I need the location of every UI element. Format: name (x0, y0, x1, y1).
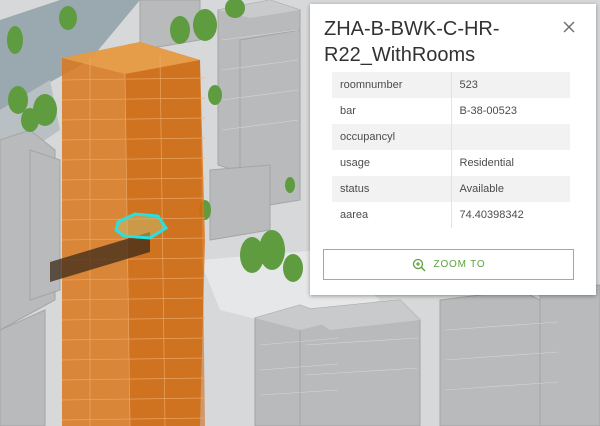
table-row: usage Residential (332, 150, 570, 176)
field-name: status (332, 176, 452, 202)
field-name: occupancyl (332, 124, 452, 150)
close-icon[interactable] (560, 18, 578, 36)
table-row: status Available (332, 176, 570, 202)
field-name: usage (332, 150, 452, 176)
popup-title: ZHA-B-BWK-C-HR-R22_WithRooms (324, 18, 500, 66)
field-value: Residential (451, 150, 570, 176)
field-value: 523 (451, 72, 570, 98)
field-name: roomnumber (332, 72, 452, 98)
table-row: occupancyl (332, 124, 570, 150)
field-value (451, 124, 570, 150)
table-row: bar B-38-00523 (332, 98, 570, 124)
table-row: roomnumber 523 (332, 72, 570, 98)
field-name: bar (332, 98, 452, 124)
attribute-table: roomnumber 523 bar B-38-00523 occupancyl… (332, 72, 570, 228)
field-value: Available (451, 176, 570, 202)
table-row: aarea 74.40398342 (332, 202, 570, 228)
feature-popup: ZHA-B-BWK-C-HR-R22_WithRooms roomnumber … (310, 4, 596, 295)
field-value: B-38-00523 (451, 98, 570, 124)
zoom-in-icon (412, 258, 426, 271)
zoom-to-button[interactable]: ZOOM TO (323, 249, 574, 280)
zoom-to-label: ZOOM TO (433, 259, 486, 270)
field-value: 74.40398342 (451, 202, 570, 228)
field-name: aarea (332, 202, 452, 228)
close-button[interactable] (560, 18, 578, 36)
